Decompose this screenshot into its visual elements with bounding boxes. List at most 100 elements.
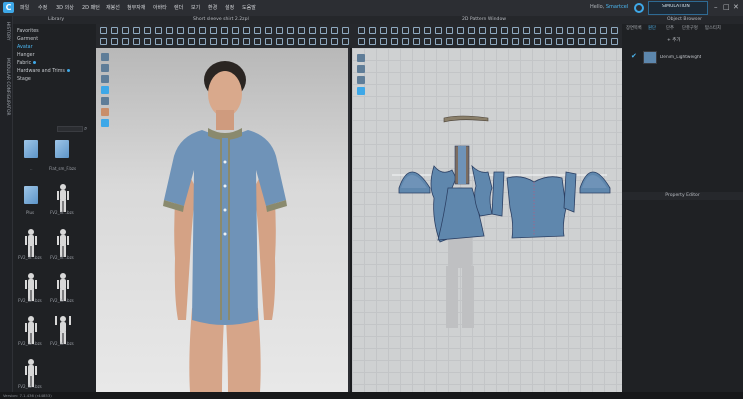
toolbar-tool-icon[interactable] — [243, 38, 250, 45]
username[interactable]: Smartcel — [606, 4, 628, 10]
toolbar-tool-icon[interactable] — [177, 27, 184, 34]
toolbar-tool-icon[interactable] — [331, 27, 338, 34]
tab-scene-list[interactable]: 장면목록 — [626, 25, 642, 31]
view-tool-icon[interactable] — [101, 64, 109, 72]
close-icon[interactable]: ✕ — [733, 3, 739, 11]
toolbar-tool-icon[interactable] — [369, 38, 376, 45]
toolbar-tool-icon[interactable] — [402, 27, 409, 34]
toolbar-tool-icon[interactable] — [435, 27, 442, 34]
menu-3d-garment[interactable]: 3D 의상 — [56, 4, 74, 11]
toolbar-tool-icon[interactable] — [424, 38, 431, 45]
toolbar-tool-icon[interactable] — [402, 38, 409, 45]
folder-icon[interactable] — [55, 140, 69, 158]
library-search-input[interactable] — [57, 126, 83, 132]
toolbar-tool-icon[interactable] — [413, 27, 420, 34]
toolbar-tool-icon[interactable] — [265, 27, 272, 34]
toolbar-tool-icon[interactable] — [276, 38, 283, 45]
toolbar-tool-icon[interactable] — [435, 38, 442, 45]
toolbar-tool-icon[interactable] — [309, 27, 316, 34]
avatar-thumbnail-icon[interactable] — [51, 228, 75, 258]
toolbar-tool-icon[interactable] — [320, 38, 327, 45]
toolbar-tool-icon[interactable] — [589, 38, 596, 45]
toolbar-tool-icon[interactable] — [287, 38, 294, 45]
toolbar-tool-icon[interactable] — [380, 27, 387, 34]
menu-edit[interactable]: 수정 — [38, 4, 47, 11]
toolbar-tool-icon[interactable] — [210, 27, 217, 34]
tab-topstitch[interactable]: 탑스티치 — [705, 25, 721, 31]
cloud-icon[interactable] — [634, 3, 644, 13]
view-tool-icon[interactable] — [101, 75, 109, 83]
toolbar-tool-icon[interactable] — [479, 38, 486, 45]
toolbar-tool-icon[interactable] — [534, 27, 541, 34]
view-tool-icon[interactable] — [101, 108, 109, 116]
toolbar-tool-icon[interactable] — [100, 27, 107, 34]
toolbar-tool-icon[interactable] — [446, 38, 453, 45]
menu-2d-pattern[interactable]: 2D 패턴 — [82, 4, 100, 11]
toolbar-tool-icon[interactable] — [177, 38, 184, 45]
toolbar-tool-icon[interactable] — [479, 27, 486, 34]
toolbar-tool-icon[interactable] — [221, 38, 228, 45]
toolbar-tool-icon[interactable] — [188, 38, 195, 45]
toolbar-tool-icon[interactable] — [567, 27, 574, 34]
toolbar-tool-icon[interactable] — [490, 27, 497, 34]
toolbar-tool-icon[interactable] — [276, 27, 283, 34]
folder-icon[interactable] — [24, 140, 38, 158]
library-item-avatar[interactable]: Avatar — [17, 45, 33, 50]
toolbar-tool-icon[interactable] — [342, 27, 349, 34]
pattern-layout[interactable] — [352, 48, 622, 392]
toolbar-tool-icon[interactable] — [545, 38, 552, 45]
toolbar-tool-icon[interactable] — [578, 38, 585, 45]
toolbar-tool-icon[interactable] — [611, 38, 618, 45]
toolbar-tool-icon[interactable] — [133, 27, 140, 34]
toolbar-tool-icon[interactable] — [589, 27, 596, 34]
toolbar-tool-icon[interactable] — [468, 27, 475, 34]
toolbar-tool-icon[interactable] — [122, 27, 129, 34]
toolbar-tool-icon[interactable] — [265, 38, 272, 45]
toolbar-tool-icon[interactable] — [210, 38, 217, 45]
library-item-stage[interactable]: Stage — [17, 77, 31, 82]
fabric-name[interactable]: Denim_Lightweight — [660, 55, 701, 60]
avatar-thumbnail-icon[interactable] — [19, 228, 43, 258]
toolbar-tool-icon[interactable] — [331, 38, 338, 45]
library-item-favorites[interactable]: Favorites — [17, 29, 39, 34]
toolbar-tool-icon[interactable] — [144, 27, 151, 34]
toolbar-tool-icon[interactable] — [446, 27, 453, 34]
menu-materials[interactable]: 첨부자재 — [127, 4, 145, 11]
library-item-garment[interactable]: Garment — [17, 37, 38, 42]
tab-button[interactable]: 단추 — [666, 25, 674, 31]
toolbar-tool-icon[interactable] — [155, 38, 162, 45]
view-tool-icon[interactable] — [101, 86, 109, 94]
toolbar-tool-icon[interactable] — [457, 38, 464, 45]
library-item-hanger[interactable]: Hanger — [17, 53, 35, 58]
toolbar-tool-icon[interactable] — [243, 27, 250, 34]
avatar-model[interactable] — [150, 58, 300, 392]
folder-icon[interactable] — [24, 186, 38, 204]
toolbar-tool-icon[interactable] — [133, 38, 140, 45]
toolbar-tool-icon[interactable] — [578, 27, 585, 34]
menu-help[interactable]: 도움말 — [242, 4, 256, 11]
toolbar-tool-icon[interactable] — [298, 27, 305, 34]
view-tool-icon[interactable] — [101, 97, 109, 105]
library-item-fabric[interactable]: Fabric — [17, 61, 37, 66]
toolbar-tool-icon[interactable] — [232, 27, 239, 34]
toolbar-tool-icon[interactable] — [512, 38, 519, 45]
toolbar-tool-icon[interactable] — [155, 27, 162, 34]
toolbar-tool-icon[interactable] — [468, 38, 475, 45]
toolbar-tool-icon[interactable] — [545, 27, 552, 34]
search-icon[interactable]: ⌕ — [84, 125, 87, 133]
toolbar-tool-icon[interactable] — [122, 38, 129, 45]
toolbar-tool-icon[interactable] — [342, 38, 349, 45]
menu-settings[interactable]: 설정 — [225, 4, 234, 11]
toolbar-tool-icon[interactable] — [380, 38, 387, 45]
toolbar-tool-icon[interactable] — [166, 38, 173, 45]
toolbar-tool-icon[interactable] — [556, 38, 563, 45]
toolbar-tool-icon[interactable] — [287, 27, 294, 34]
avatar-thumbnail-icon[interactable] — [51, 183, 75, 213]
toolbar-tool-icon[interactable] — [501, 38, 508, 45]
library-item-hardware[interactable]: Hardware and Trims — [17, 69, 70, 74]
toolbar-tool-icon[interactable] — [391, 38, 398, 45]
toolbar-tool-icon[interactable] — [600, 27, 607, 34]
view-tool-icon[interactable] — [101, 53, 109, 61]
toolbar-tool-icon[interactable] — [512, 27, 519, 34]
tab-fabric[interactable]: 원단 — [648, 25, 656, 31]
